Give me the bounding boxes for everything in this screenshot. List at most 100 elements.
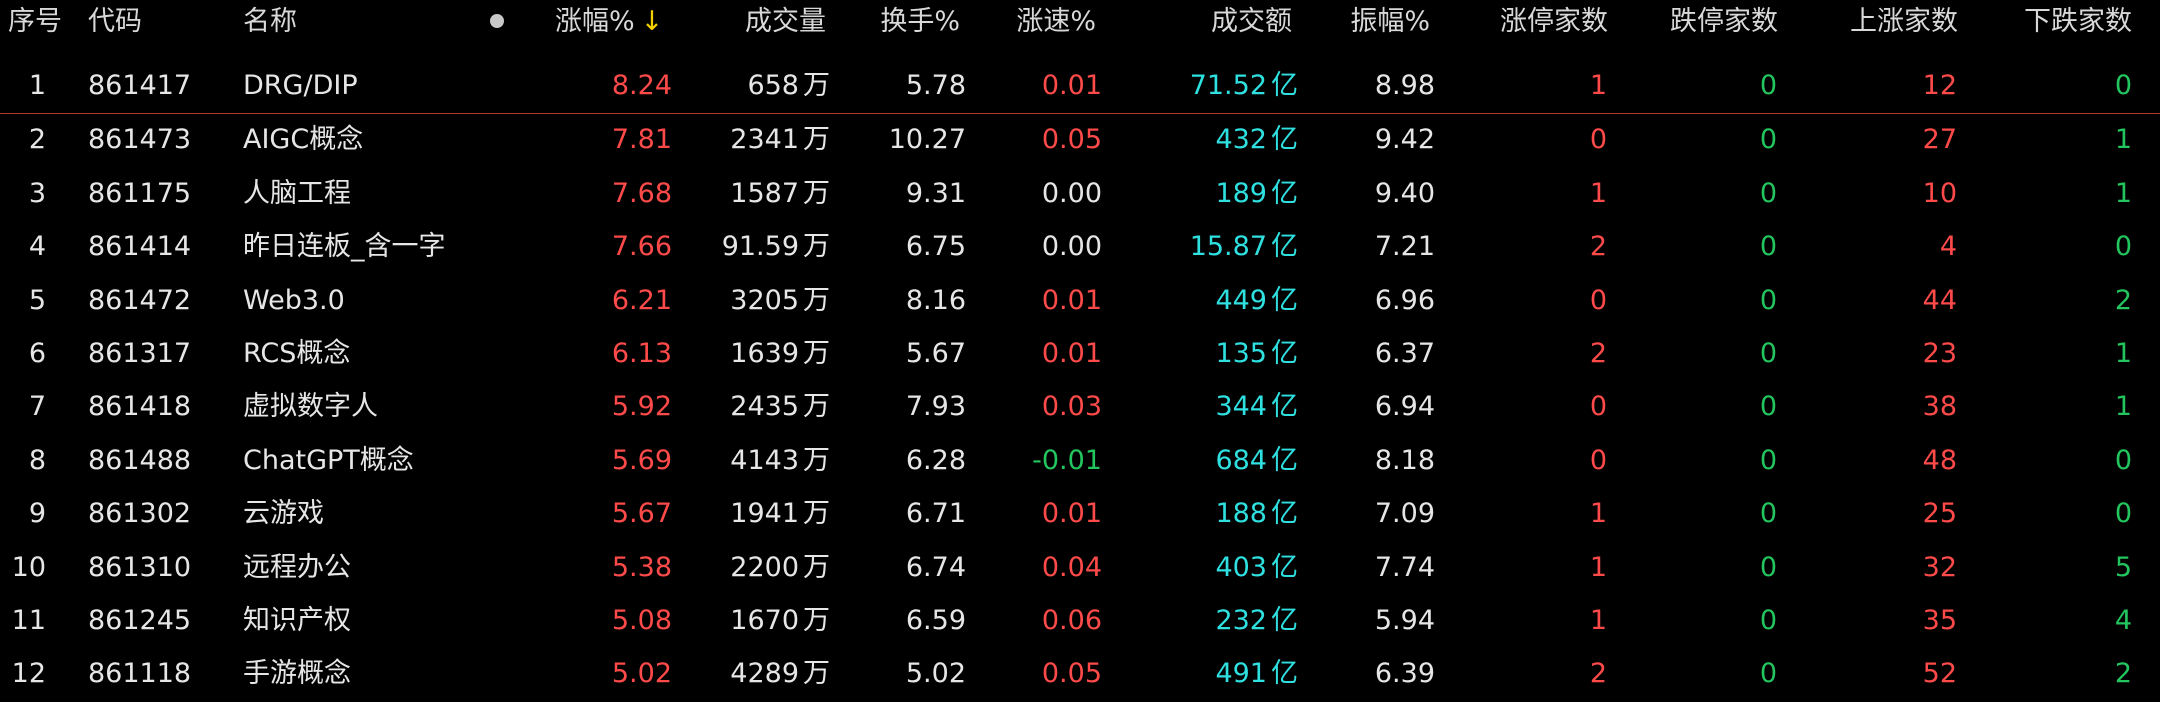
col-header-turnover[interactable]: 换手% (880, 0, 960, 44)
col-header-code[interactable]: 代码 (88, 0, 142, 44)
table-row[interactable]: 11 861245 知识产权 5.08 1670 万 6.59 0.06 232 亿… (0, 595, 2160, 648)
row-name: 虚拟数字人 (243, 391, 378, 423)
row-volume-unit: 万 (803, 337, 830, 369)
row-name: DRG/DIP (243, 70, 358, 101)
row-turnover: 7.93 (905, 391, 966, 423)
col-header-change-pct[interactable]: 涨幅% ↓ (555, 0, 663, 44)
row-limit-down: 0 (1759, 604, 1777, 636)
table-row[interactable]: 6 861317 RCS概念 6.13 1639 万 5.67 0.01 135 亿… (0, 328, 2160, 381)
row-limit-up: 1 (1589, 551, 1607, 583)
row-change-pct: 6.13 (611, 337, 672, 369)
table-row[interactable]: 9 861302 云游戏 5.67 1941 万 6.71 0.01 188 亿 7… (0, 488, 2160, 541)
row-amplitude: 9.40 (1374, 177, 1435, 209)
row-amount-value: 491 (1215, 658, 1267, 690)
row-change-pct: 5.38 (611, 551, 672, 583)
col-header-up-count[interactable]: 上涨家数 (1850, 0, 1958, 44)
row-speed: 0.01 (1041, 498, 1102, 530)
row-turnover: 6.28 (905, 444, 966, 476)
table-row[interactable]: 2 861473 AIGC概念 7.81 2341 万 10.27 0.05 43… (0, 114, 2160, 167)
row-amount-value: 188 (1215, 498, 1267, 530)
row-amount: 15.87 亿 (1190, 225, 1298, 269)
row-amount-value: 15.87 (1189, 231, 1267, 263)
row-limit-down: 0 (1759, 231, 1777, 263)
row-limit-up: 1 (1589, 177, 1607, 209)
row-code: 861472 (88, 284, 192, 316)
row-volume: 2200 万 (730, 546, 830, 590)
row-turnover: 9.31 (905, 177, 966, 209)
row-speed: -0.01 (1032, 444, 1102, 476)
row-limit-up: 2 (1589, 658, 1607, 690)
row-limit-down: 0 (1759, 551, 1777, 583)
row-volume-value: 2435 (730, 391, 799, 423)
row-code: 861175 (88, 177, 192, 209)
row-amount-unit: 亿 (1271, 551, 1298, 583)
row-up-count: 4 (1939, 231, 1957, 263)
row-turnover: 10.27 (888, 124, 966, 156)
col-header-down-count[interactable]: 下跌家数 (2024, 0, 2132, 44)
row-name: Web3.0 (243, 284, 345, 316)
table-row[interactable]: 4 861414 昨日连板_含一字 7.66 91.59 万 6.75 0.00 … (0, 221, 2160, 274)
table-row[interactable]: 12 861118 手游概念 5.02 4289 万 5.02 0.05 491 亿… (0, 648, 2160, 701)
row-code: 861488 (88, 444, 192, 476)
row-amount-unit: 亿 (1271, 444, 1298, 476)
col-header-limit-up[interactable]: 涨停家数 (1500, 0, 1608, 44)
row-volume-value: 1639 (730, 337, 799, 369)
row-index: 11 (11, 604, 46, 636)
row-limit-down: 0 (1759, 337, 1777, 369)
col-header-speed[interactable]: 涨速% (1016, 0, 1096, 44)
row-up-count: 32 (1922, 551, 1957, 583)
row-index: 4 (28, 231, 46, 263)
row-amount-unit: 亿 (1271, 177, 1298, 209)
sector-quote-table: 序号 代码 名称 涨幅% ↓ 成交量 换手% 涨速% 成交额 振幅% 涨停家数 跌… (0, 0, 2160, 691)
row-amplitude: 6.94 (1374, 391, 1435, 423)
row-volume-unit: 万 (803, 604, 830, 636)
row-speed: 0.03 (1041, 391, 1102, 423)
row-name: 人脑工程 (243, 177, 351, 209)
col-header-amount[interactable]: 成交额 (1211, 0, 1292, 44)
row-index: 6 (28, 337, 46, 369)
row-down-count: 0 (2114, 444, 2132, 476)
row-volume-unit: 万 (803, 658, 830, 690)
row-amount-unit: 亿 (1271, 498, 1298, 530)
col-header-limit-down[interactable]: 跌停家数 (1670, 0, 1778, 44)
row-limit-up: 1 (1589, 70, 1607, 101)
row-volume: 3205 万 (730, 279, 830, 323)
row-name: 知识产权 (243, 604, 351, 636)
row-change-pct: 5.92 (611, 391, 672, 423)
row-amplitude: 7.21 (1374, 231, 1435, 263)
row-name: ChatGPT概念 (243, 444, 414, 476)
row-amount: 449 亿 (1215, 279, 1298, 323)
row-volume-value: 3205 (730, 284, 799, 316)
table-row[interactable]: 3 861175 人脑工程 7.68 1587 万 9.31 0.00 189 亿 … (0, 168, 2160, 221)
table-row[interactable]: 5 861472 Web3.0 6.21 3205 万 8.16 0.01 449… (0, 275, 2160, 328)
row-speed: 0.01 (1041, 337, 1102, 369)
row-amount: 188 亿 (1215, 492, 1298, 536)
row-volume-value: 91.59 (721, 231, 799, 263)
row-code: 861245 (88, 604, 192, 636)
row-code: 861118 (88, 658, 192, 690)
row-volume-value: 2341 (730, 124, 799, 156)
row-amplitude: 5.94 (1374, 604, 1435, 636)
col-header-amplitude[interactable]: 振幅% (1350, 0, 1430, 44)
table-row[interactable]: 7 861418 虚拟数字人 5.92 2435 万 7.93 0.03 344 亿… (0, 381, 2160, 434)
table-row[interactable]: 10 861310 远程办公 5.38 2200 万 6.74 0.04 403 亿… (0, 542, 2160, 595)
col-header-volume[interactable]: 成交量 (745, 0, 826, 44)
row-code: 861418 (88, 391, 192, 423)
col-header-name[interactable]: 名称 (243, 0, 297, 44)
row-down-count: 1 (2114, 391, 2132, 423)
row-index: 1 (28, 70, 46, 101)
row-amount: 189 亿 (1215, 172, 1298, 216)
row-volume: 2435 万 (730, 385, 830, 429)
row-up-count: 25 (1922, 498, 1957, 530)
table-row[interactable]: 1 861417 DRG/DIP 8.24 658 万 5.78 0.01 71.… (0, 60, 2160, 115)
row-volume: 91.59 万 (722, 225, 830, 269)
row-down-count: 2 (2114, 284, 2132, 316)
col-header-index[interactable]: 序号 (8, 0, 62, 44)
row-change-pct: 5.02 (611, 658, 672, 690)
table-row[interactable]: 8 861488 ChatGPT概念 5.69 4143 万 6.28 -0.01… (0, 435, 2160, 488)
row-change-pct: 7.68 (611, 177, 672, 209)
row-amount: 232 亿 (1215, 599, 1298, 643)
table-body: 1 861417 DRG/DIP 8.24 658 万 5.78 0.01 71.… (0, 60, 2160, 702)
row-amount: 135 亿 (1215, 332, 1298, 376)
row-amplitude: 8.18 (1374, 444, 1435, 476)
